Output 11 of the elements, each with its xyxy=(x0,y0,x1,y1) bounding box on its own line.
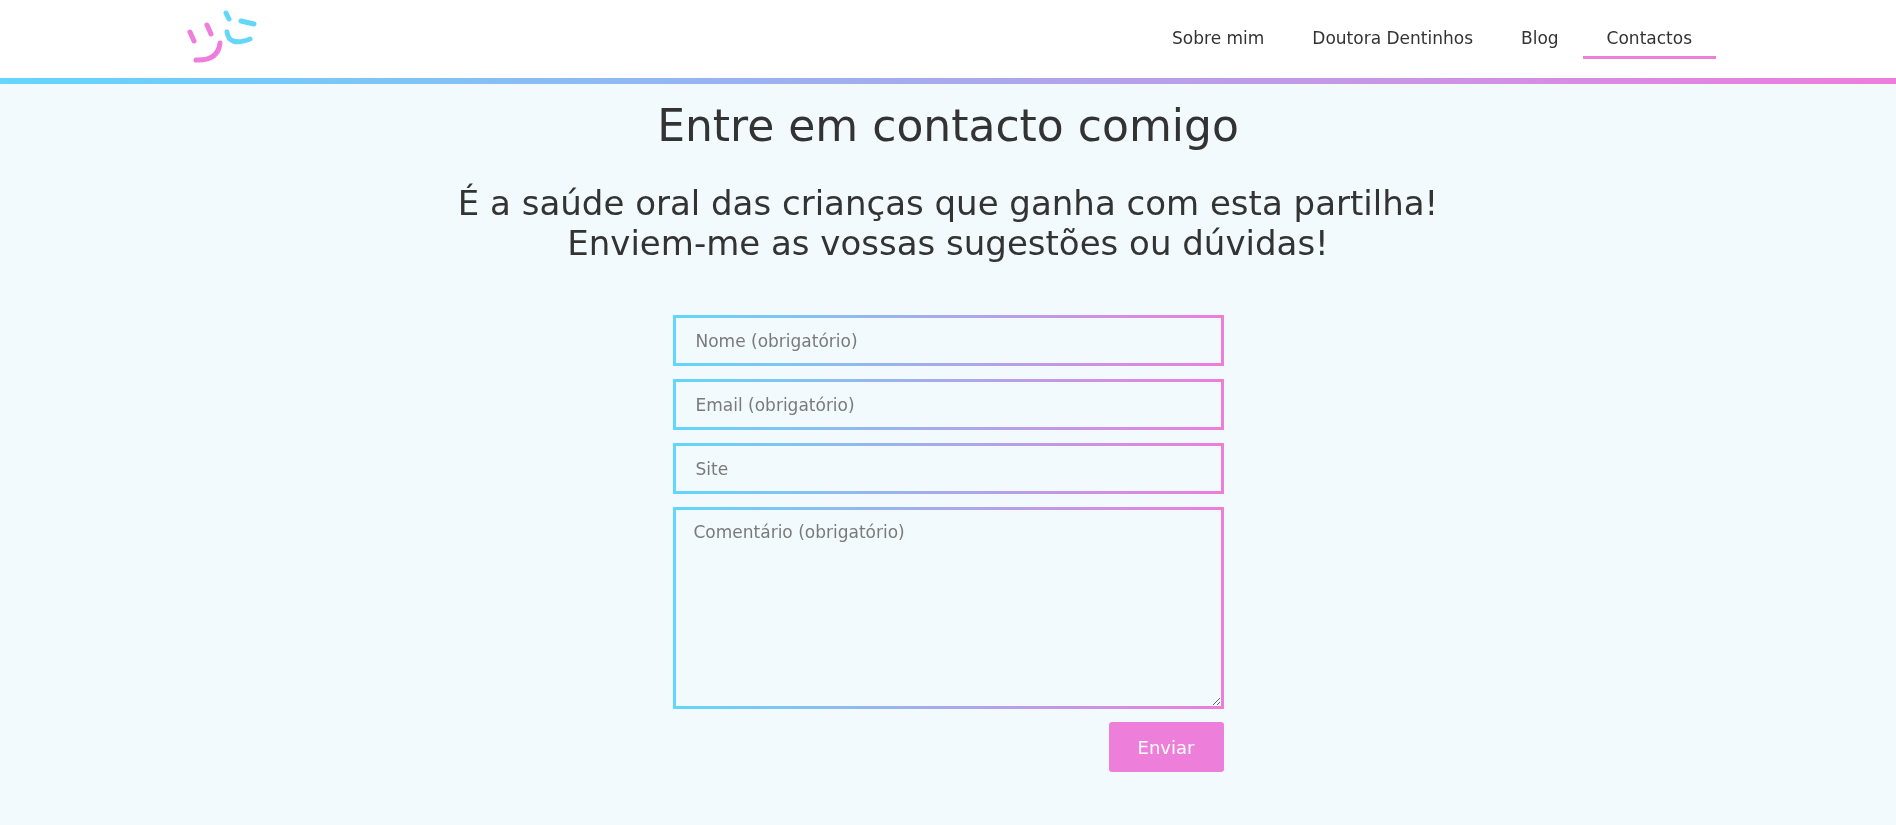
input-field[interactable]: Email (obrigatório) xyxy=(672,379,1224,431)
input-field[interactable]: Site xyxy=(672,443,1224,495)
page-title: Entre em contacto comigo xyxy=(657,100,1239,151)
input-field[interactable]: Nome (obrigatório) xyxy=(672,315,1224,367)
nav-link[interactable]: Sobre mim xyxy=(1148,19,1289,59)
subtitle-line: Enviem-me as vossas sugestões ou dúvidas! xyxy=(566,223,1330,264)
subtitle-line: É a saúde oral das crianças que ganha com esta partilha! xyxy=(457,183,1439,224)
nav-link[interactable]: Blog xyxy=(1497,19,1583,59)
comment-field[interactable]: Comentário (obrigatório) xyxy=(672,507,1224,710)
nav-link[interactable]: Contactos xyxy=(1582,19,1716,59)
nav-link[interactable]: Doutora Dentinhos xyxy=(1288,19,1497,59)
